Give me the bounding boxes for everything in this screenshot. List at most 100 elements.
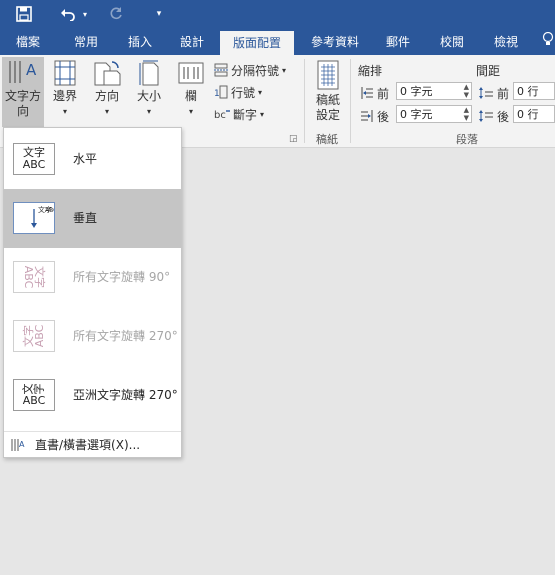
hyphenation-button[interactable]: bc 斷字 ▾ xyxy=(214,104,264,124)
spacing-before-label-row: 前 xyxy=(478,83,509,103)
hyphenation-dropdown-icon: ▾ xyxy=(260,109,265,119)
spacing-after-input[interactable]: 0 行 xyxy=(513,105,555,123)
menu-item-label: 所有文字旋轉 270° xyxy=(73,329,178,343)
tab-file[interactable]: 檔案 xyxy=(6,29,50,55)
indent-after-value: 0 字元 xyxy=(400,108,433,121)
breaks-button[interactable]: 分隔符號 ▾ xyxy=(214,60,286,80)
indent-before-label: 前 xyxy=(377,86,390,101)
asian-rotate-270-text-icon: 文字 ABC xyxy=(13,379,55,411)
line-numbers-icon: 1 xyxy=(214,85,228,99)
margins-icon xyxy=(50,59,80,89)
indent-after-input[interactable]: 0 字元 ▲ ▼ xyxy=(396,105,472,123)
text-direction-label-2: 向 xyxy=(16,104,29,118)
tab-review[interactable]: 校閱 xyxy=(430,29,474,55)
menu-item-rotate-90: 文字 ABC 所有文字旋轉 90° xyxy=(4,248,181,307)
spacing-after-icon xyxy=(479,110,493,122)
spacing-after-label-row: 後 xyxy=(478,106,509,126)
spacing-after-value: 0 行 xyxy=(517,108,539,121)
breaks-label: 分隔符號 xyxy=(231,63,280,78)
spacing-after-label: 後 xyxy=(497,109,510,124)
save-icon[interactable] xyxy=(14,4,34,24)
margins-dropdown-icon: ▾ xyxy=(62,107,67,116)
tab-view[interactable]: 檢視 xyxy=(484,29,528,55)
undo-dropdown-icon[interactable]: ▾ xyxy=(80,4,90,24)
page-setup-launcher-icon[interactable]: ◲ xyxy=(289,134,298,144)
ribbon-tabs: 檔案 常用 插入 設計 版面配置 參考資料 郵件 校閱 檢視 xyxy=(0,29,555,55)
orientation-label: 方向 xyxy=(94,89,119,103)
menu-item-rotate-270: 文字 ABC 所有文字旋轉 270° xyxy=(4,307,181,366)
indent-after-label-row: 後 xyxy=(360,106,389,126)
tab-mailings[interactable]: 郵件 xyxy=(376,29,420,55)
menu-item-label: 水平 xyxy=(73,152,98,166)
margins-label: 邊界 xyxy=(52,89,77,103)
columns-dropdown-icon: ▾ xyxy=(188,107,193,116)
menu-item-label: 垂直 xyxy=(73,211,98,225)
margins-button[interactable]: 邊界 ▾ xyxy=(50,59,80,127)
spin-arrows-icon[interactable]: ▲ ▼ xyxy=(464,83,469,99)
text-direction-options-item[interactable]: A 直書/橫書選項(X)... xyxy=(4,431,181,458)
manuscript-icon xyxy=(310,59,346,93)
svg-text:A: A xyxy=(26,61,37,79)
redo-icon[interactable] xyxy=(106,4,126,24)
indent-after-label: 後 xyxy=(377,109,390,124)
lightbulb-icon[interactable] xyxy=(540,29,555,55)
tab-layout[interactable]: 版面配置 xyxy=(220,31,294,55)
menu-item-label: 所有文字旋轉 90° xyxy=(73,270,171,284)
paragraph-group-label: 段落 xyxy=(456,133,478,146)
rotate-90-text-icon: 文字 ABC xyxy=(13,261,55,293)
indent-left-icon xyxy=(361,87,373,99)
line-numbers-label: 行號 xyxy=(231,85,256,100)
text-direction-options-label: 直書/橫書選項(X)... xyxy=(35,438,141,452)
svg-text:bc: bc xyxy=(214,110,226,121)
hyphenation-icon: bc xyxy=(214,110,230,121)
rotate-270-text-icon: 文字 ABC xyxy=(13,320,55,352)
menu-item-label: 亞洲文字旋轉 270° xyxy=(73,388,178,402)
hyphenation-label: 斷字 xyxy=(233,107,258,122)
line-numbers-dropdown-icon: ▾ xyxy=(258,87,263,97)
manuscript-settings-button[interactable]: 稿紙 設定 xyxy=(310,59,346,125)
indent-before-label-row: 前 xyxy=(360,83,389,103)
orientation-icon xyxy=(90,59,124,89)
text-direction-button[interactable]: A 文字方 向 xyxy=(2,57,44,127)
text-direction-menu: 文字ABC 水平 文字ABC 垂直 文字ABC 所有文字旋轉 90° 文字ABC… xyxy=(3,127,182,458)
spacing-title: 間距 xyxy=(476,64,501,78)
horizontal-text-icon: 文字 ABC xyxy=(13,143,55,175)
text-direction-options-icon: A xyxy=(11,439,25,451)
spacing-before-input[interactable]: 0 行 xyxy=(513,82,555,100)
svg-text:A: A xyxy=(19,440,25,449)
columns-button[interactable]: 欄 ▾ xyxy=(174,59,208,127)
indent-title: 縮排 xyxy=(358,64,383,78)
indent-before-value: 0 字元 xyxy=(400,85,433,98)
undo-icon[interactable] xyxy=(58,4,78,24)
indent-right-icon xyxy=(361,110,373,122)
size-button[interactable]: 大小 ▾ xyxy=(134,59,164,127)
tab-design[interactable]: 設計 xyxy=(170,29,214,55)
text-direction-icon: A xyxy=(2,57,44,89)
menu-item-horizontal[interactable]: 文字 ABC 水平 xyxy=(4,130,181,189)
menu-item-vertical[interactable]: 文字ABC 垂直 xyxy=(4,189,181,248)
menu-item-asian-rotate-270[interactable]: 文字 ABC 亞洲文字旋轉 270° xyxy=(4,366,181,425)
breaks-icon xyxy=(214,63,228,77)
spacing-before-value: 0 行 xyxy=(517,85,539,98)
orientation-button[interactable]: 方向 ▾ xyxy=(90,59,124,127)
manuscript-group-label: 稿紙 xyxy=(316,133,338,146)
manuscript-label-1: 稿紙 xyxy=(315,93,340,107)
spin-arrows-icon[interactable]: ▲ ▼ xyxy=(464,106,469,122)
group-separator xyxy=(304,59,305,143)
line-numbers-button[interactable]: 1 行號 ▾ xyxy=(214,82,262,102)
tab-insert[interactable]: 插入 xyxy=(118,29,162,55)
spacing-before-label: 前 xyxy=(497,86,510,101)
size-dropdown-icon: ▾ xyxy=(146,107,151,116)
orientation-dropdown-icon: ▾ xyxy=(104,107,109,116)
indent-before-input[interactable]: 0 字元 ▲ ▼ xyxy=(396,82,472,100)
breaks-dropdown-icon: ▾ xyxy=(282,65,287,75)
customize-qat-icon[interactable]: ▾ xyxy=(152,4,166,24)
tab-home[interactable]: 常用 xyxy=(64,29,108,55)
quick-access-toolbar: ▾ ▾ xyxy=(0,0,555,29)
size-label: 大小 xyxy=(136,89,161,103)
tab-references[interactable]: 參考資料 xyxy=(300,29,370,55)
svg-text:1: 1 xyxy=(214,89,220,99)
manuscript-label-2: 設定 xyxy=(315,108,340,122)
group-separator xyxy=(350,59,351,143)
vertical-text-icon: 文字ABC xyxy=(13,202,57,234)
